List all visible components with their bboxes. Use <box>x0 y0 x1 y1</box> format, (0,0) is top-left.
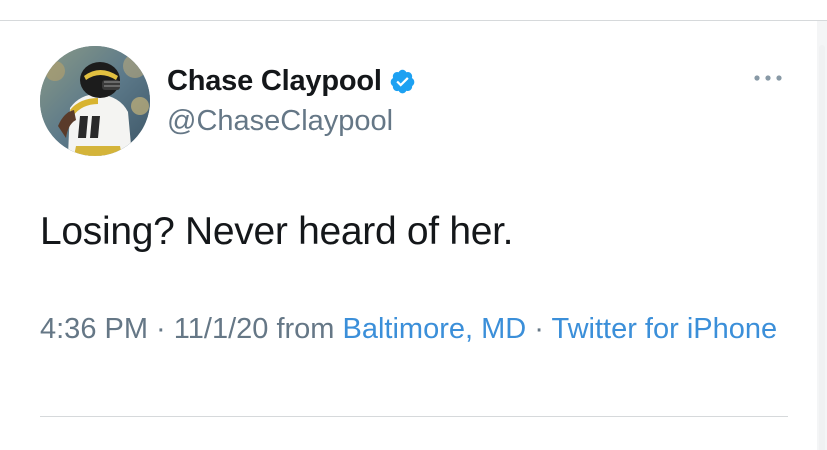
meta-separator: · <box>148 313 174 345</box>
source-link[interactable]: Twitter for iPhone <box>551 313 777 345</box>
location-link[interactable]: Baltimore, MD <box>343 313 527 345</box>
tweet-meta: 4:36 PM · 11/1/20 from Baltimore, MD · T… <box>40 308 780 350</box>
tweet-page: Chase Claypool @ChaseClaypool Losing? Ne… <box>0 0 827 450</box>
top-divider <box>0 20 827 21</box>
player-avatar-icon <box>40 46 150 156</box>
tweet-text: Losing? Never heard of her. <box>40 210 514 253</box>
tweet-time[interactable]: 4:36 PM <box>40 313 148 345</box>
from-label: from <box>268 313 343 345</box>
scrollbar-thumb[interactable] <box>819 45 825 450</box>
meta-separator: · <box>526 313 552 345</box>
tweet-date[interactable]: 11/1/20 <box>174 313 269 345</box>
scrollbar-track[interactable] <box>817 21 827 450</box>
avatar[interactable] <box>40 46 150 156</box>
display-name[interactable]: Chase Claypool <box>167 64 382 98</box>
verified-badge-icon <box>389 68 416 95</box>
more-dots-icon <box>754 75 782 81</box>
author-handle[interactable]: @ChaseClaypool <box>167 104 393 138</box>
author-name-row[interactable]: Chase Claypool <box>167 64 416 98</box>
bottom-divider <box>40 416 788 417</box>
more-options-button[interactable] <box>750 68 786 88</box>
